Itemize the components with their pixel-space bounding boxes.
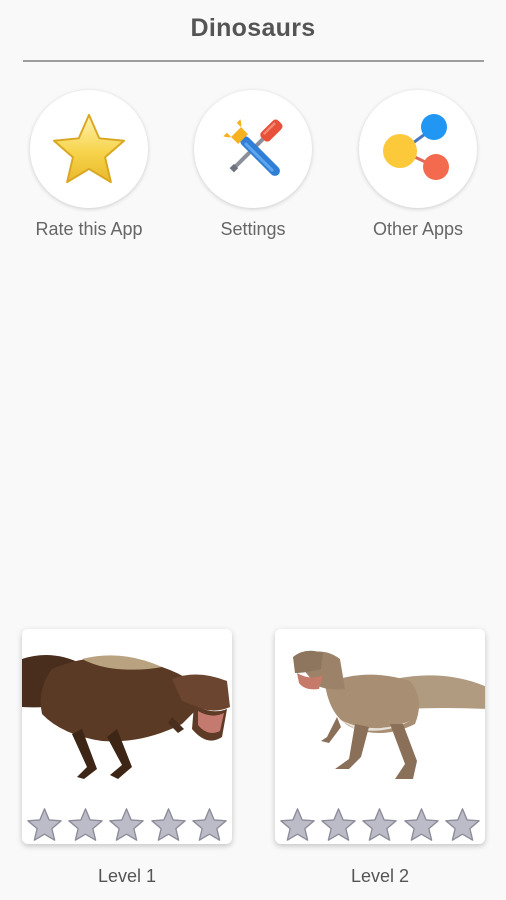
- star-empty-icon: [403, 807, 439, 841]
- rate-app-circle[interactable]: [30, 90, 148, 208]
- level-2-stars: [275, 804, 485, 844]
- level-1-stars: [22, 804, 232, 844]
- star-empty-icon: [150, 807, 186, 841]
- rate-app-button[interactable]: Rate this App: [14, 90, 164, 240]
- level-1-card[interactable]: [22, 629, 232, 844]
- other-apps-circle[interactable]: [359, 90, 477, 208]
- star-empty-icon: [192, 807, 227, 841]
- main-screen: Dinosaurs Rate this App Settings Other A…: [0, 0, 506, 900]
- other-apps-label: Other Apps: [372, 219, 464, 239]
- level-2-card[interactable]: [275, 629, 485, 844]
- tools-icon: [223, 119, 283, 176]
- star-empty-icon: [445, 807, 480, 841]
- star-empty-icon: [27, 807, 62, 841]
- tyrannosaurus-image: [22, 629, 232, 804]
- star-empty-icon: [280, 807, 315, 841]
- other-apps-button[interactable]: Other Apps: [343, 90, 493, 240]
- allosaurus-image: [275, 629, 485, 804]
- title-divider: [23, 60, 484, 62]
- star-empty-icon: [109, 807, 145, 841]
- star-empty-icon: [362, 807, 398, 841]
- star-icon: [52, 113, 126, 184]
- settings-label: Settings: [220, 219, 286, 239]
- star-empty-icon: [68, 807, 104, 841]
- page-title: Dinosaurs: [190, 14, 316, 42]
- level-1-label: Level 1: [97, 866, 157, 886]
- settings-circle[interactable]: [194, 90, 312, 208]
- share-icon: [383, 114, 449, 180]
- settings-button[interactable]: Settings: [178, 90, 328, 240]
- level-2-label: Level 2: [350, 866, 410, 886]
- rate-app-label: Rate this App: [35, 219, 143, 239]
- star-empty-icon: [321, 807, 357, 841]
